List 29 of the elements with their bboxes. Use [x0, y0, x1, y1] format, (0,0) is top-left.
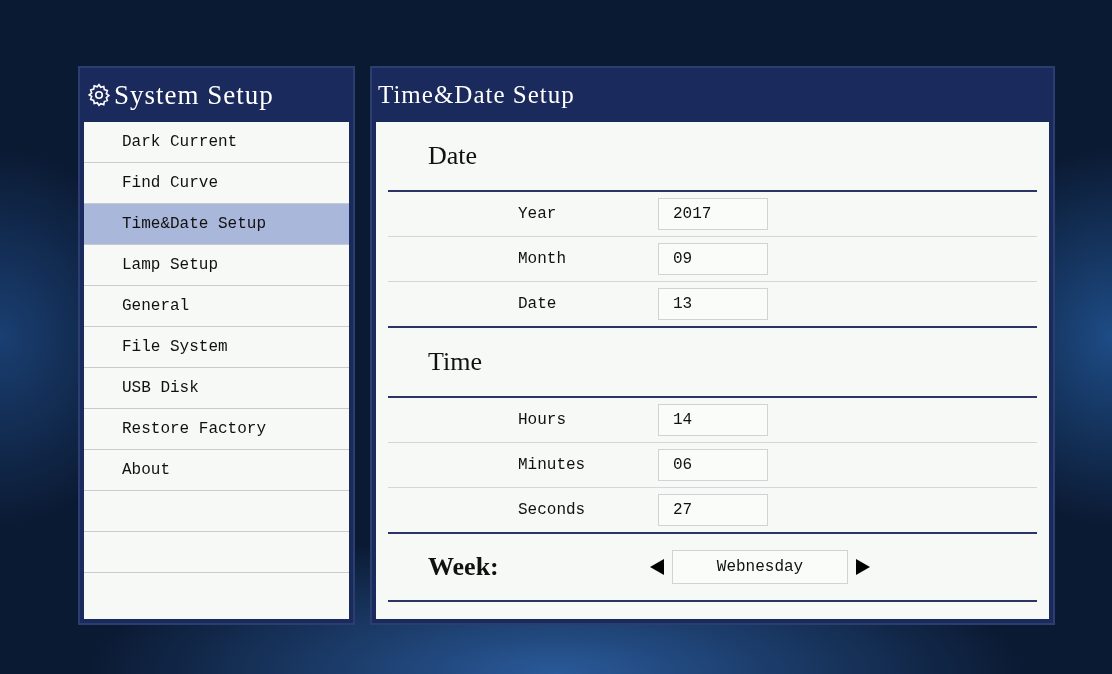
settings-icon: [86, 82, 112, 108]
field-label: Year: [518, 205, 558, 223]
menu-item[interactable]: Lamp Setup: [84, 245, 349, 286]
sidebar-title: System Setup: [114, 79, 274, 111]
field-label: Hours: [518, 411, 567, 429]
right-arrow-icon[interactable]: [856, 559, 870, 575]
field-label: Date: [518, 295, 558, 313]
menu-item[interactable]: Restore Factory: [84, 409, 349, 450]
week-label: Week:: [427, 552, 500, 582]
left-arrow-icon[interactable]: [650, 559, 664, 575]
field-label: Minutes: [518, 456, 587, 474]
weekday-field[interactable]: Webnesday: [672, 550, 848, 584]
field-label: Month: [518, 250, 567, 268]
menu-item[interactable]: About: [84, 450, 349, 491]
section-heading: Date: [428, 141, 478, 171]
menu-item[interactable]: General: [84, 286, 349, 327]
field-label: Seconds: [518, 501, 587, 519]
input-field[interactable]: 09: [658, 243, 768, 275]
panel-title: Time&Date Setup: [378, 81, 575, 109]
input-field[interactable]: 14: [658, 404, 768, 436]
input-field[interactable]: 2017: [658, 198, 768, 230]
menu-item[interactable]: USB Disk: [84, 368, 349, 409]
menu-item[interactable]: Dark Current: [84, 122, 349, 163]
section-heading: Time: [428, 347, 482, 377]
input-field[interactable]: 27: [658, 494, 768, 526]
input-field[interactable]: 06: [658, 449, 768, 481]
input-field[interactable]: 13: [658, 288, 768, 320]
menu-item[interactable]: Time&Date Setup: [84, 204, 349, 245]
menu-item[interactable]: File System: [84, 327, 349, 368]
